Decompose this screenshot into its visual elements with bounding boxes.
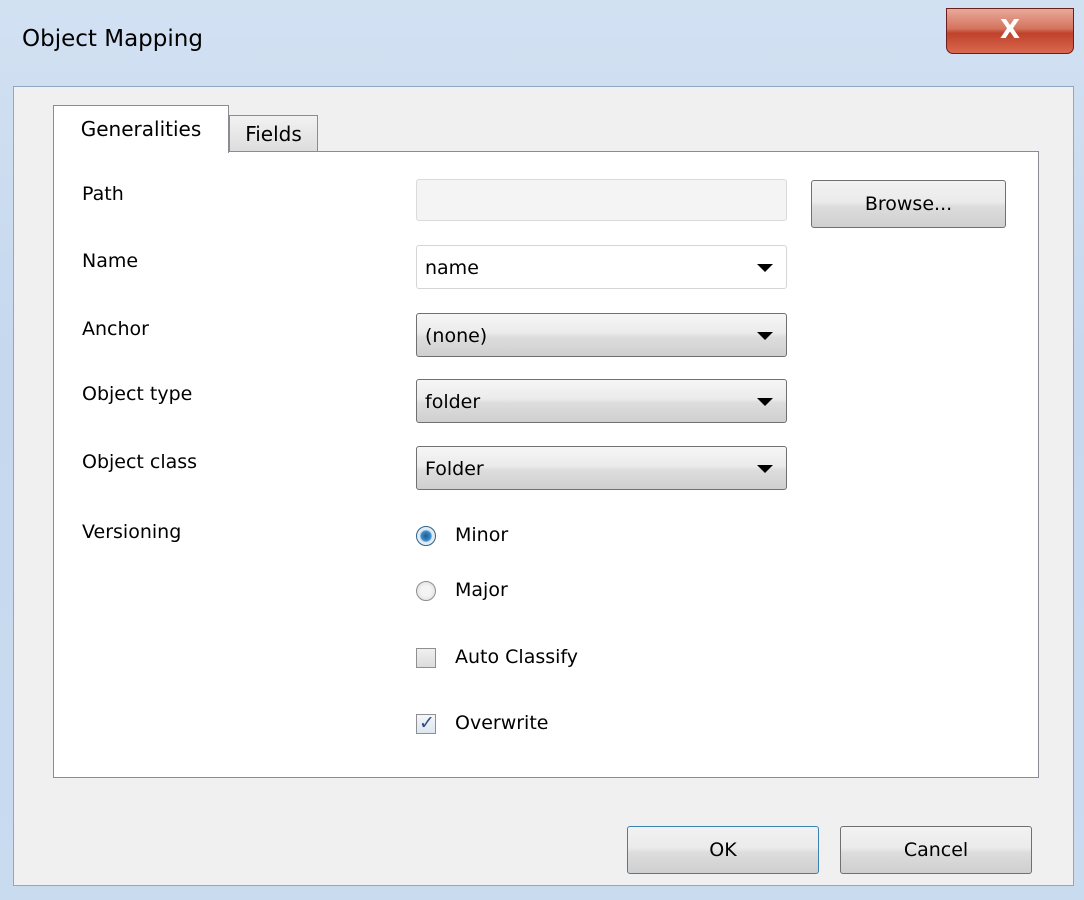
object-type-value: folder: [425, 391, 481, 413]
close-icon: X: [999, 15, 1021, 45]
object-type-dropdown[interactable]: folder: [416, 379, 787, 423]
tab-fields[interactable]: Fields: [229, 115, 318, 153]
anchor-value: (none): [425, 325, 488, 347]
chevron-down-icon: [757, 398, 773, 406]
object-class-label: Object class: [82, 451, 198, 473]
auto-classify-checkbox[interactable]: [416, 648, 436, 668]
chevron-down-icon[interactable]: [757, 264, 773, 272]
name-combobox[interactable]: name: [416, 245, 787, 289]
ok-button[interactable]: OK: [627, 826, 819, 874]
object-type-label: Object type: [82, 383, 193, 405]
major-radio[interactable]: [416, 581, 436, 601]
minor-radio-label[interactable]: Minor: [455, 524, 508, 546]
auto-classify-label[interactable]: Auto Classify: [455, 646, 578, 668]
path-field: [416, 179, 787, 221]
object-class-value: Folder: [425, 458, 484, 480]
dialog-window: Object Mapping X Generalities Fields Pat…: [0, 0, 1084, 900]
minor-radio[interactable]: [416, 526, 436, 546]
name-label: Name: [82, 250, 139, 272]
anchor-dropdown[interactable]: (none): [416, 313, 787, 357]
chevron-down-icon: [757, 465, 773, 473]
versioning-label: Versioning: [82, 521, 182, 543]
name-value: name: [425, 257, 479, 279]
checkmark-icon: ✓: [419, 712, 435, 734]
cancel-button[interactable]: Cancel: [840, 826, 1032, 874]
object-class-dropdown[interactable]: Folder: [416, 446, 787, 490]
tab-generalities[interactable]: Generalities: [53, 105, 229, 153]
anchor-label: Anchor: [82, 318, 149, 340]
overwrite-checkbox[interactable]: ✓: [416, 712, 436, 734]
browse-button[interactable]: Browse...: [811, 180, 1006, 228]
title-bar: Object Mapping X: [0, 0, 1084, 86]
overwrite-label[interactable]: Overwrite: [455, 712, 548, 734]
path-label: Path: [82, 183, 124, 205]
major-radio-label[interactable]: Major: [455, 579, 508, 601]
window-title: Object Mapping: [22, 26, 203, 52]
chevron-down-icon: [757, 332, 773, 340]
close-button[interactable]: X: [946, 8, 1074, 54]
